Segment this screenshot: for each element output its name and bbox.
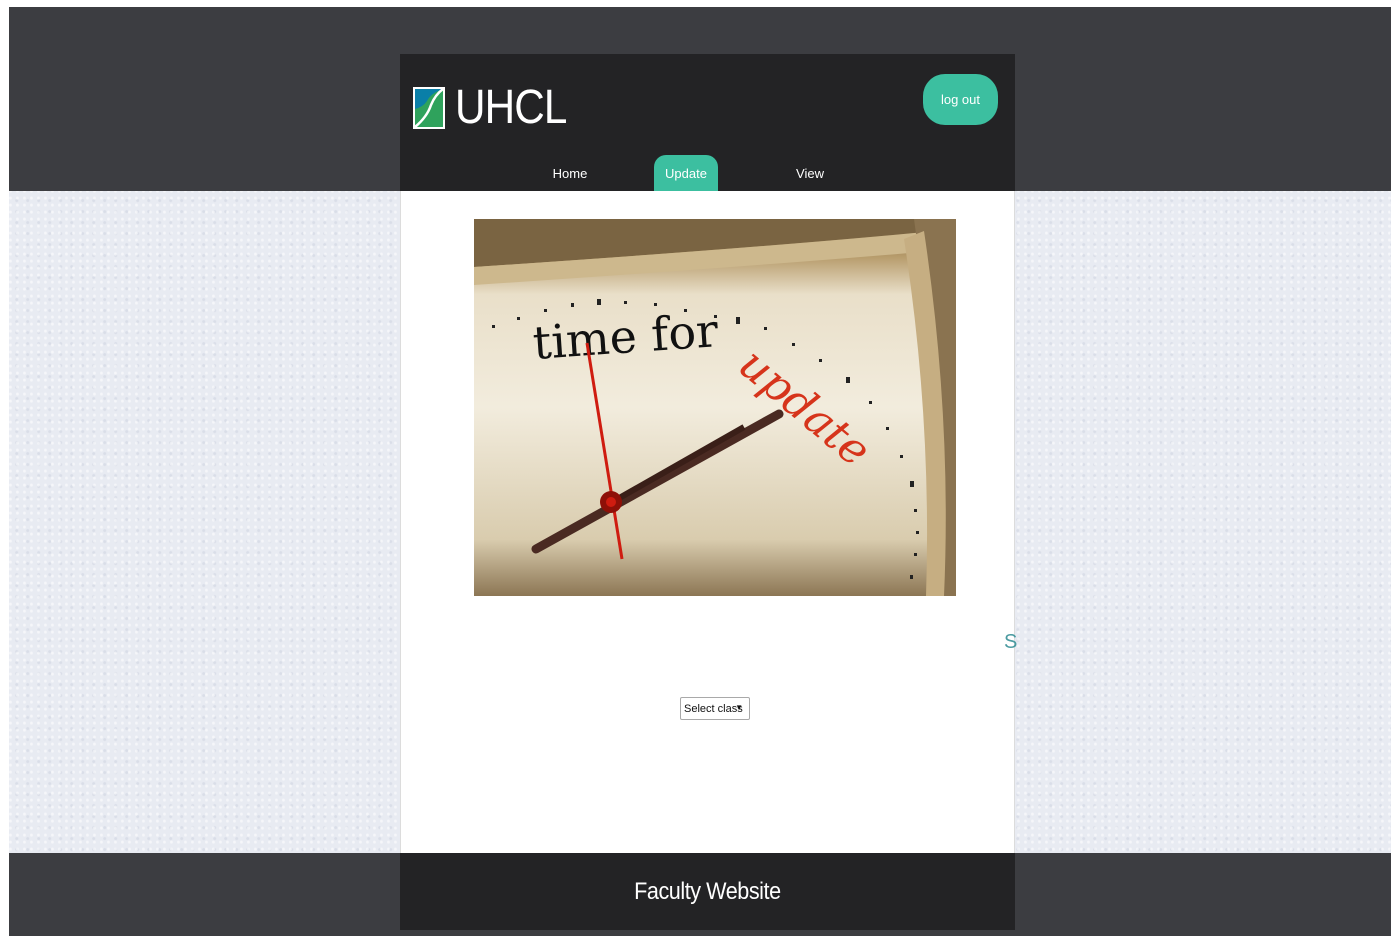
svg-text:time for: time for [531, 303, 720, 370]
site-footer: Faculty Website [400, 853, 1015, 930]
class-select[interactable]: Select class ▼ [680, 697, 750, 720]
svg-text:update: update [729, 338, 880, 476]
footer-title: Faculty Website [634, 877, 781, 905]
logo-text: UHCL [455, 81, 567, 134]
site-header: UHCL log out Home Update View [400, 54, 1015, 191]
main-content: time for update S Select class ▼ [400, 191, 1018, 853]
dropdown-arrow-icon: ▼ [735, 703, 743, 712]
logo-mark-icon [413, 87, 445, 129]
nav-view[interactable]: View [780, 155, 840, 191]
side-text: S [1004, 631, 1018, 653]
logout-button[interactable]: log out [923, 74, 998, 125]
hero-image: time for update [474, 219, 956, 596]
class-select-value: Select class [684, 702, 743, 715]
nav-home[interactable]: Home [540, 155, 600, 191]
page-background: UHCL log out Home Update View time for u… [9, 7, 1391, 936]
main-nav: Home Update View [400, 155, 1015, 191]
uhcl-logo[interactable]: UHCL [413, 84, 582, 132]
nav-update[interactable]: Update [654, 155, 718, 191]
